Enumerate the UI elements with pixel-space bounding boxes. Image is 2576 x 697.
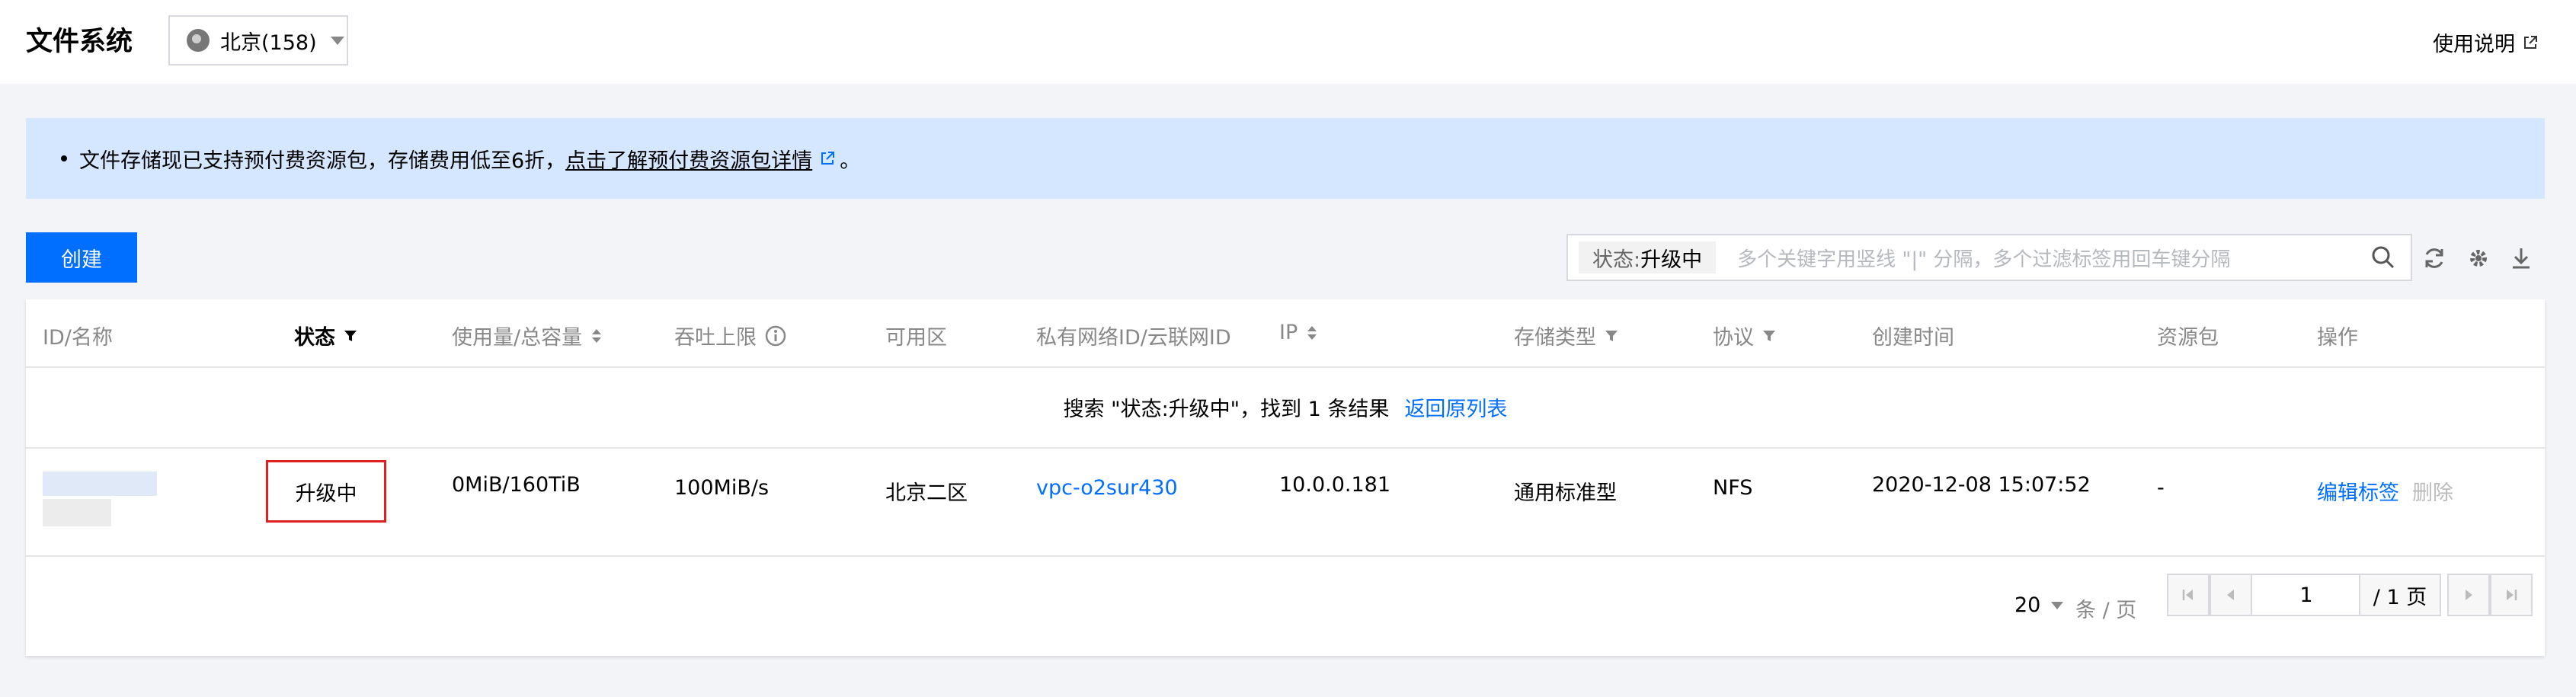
search-icon[interactable] xyxy=(2371,245,2395,270)
filter-tag-key: 状态: xyxy=(1592,248,1641,272)
notice-banner: 文件存储现已支持预付费资源包，存储费用低至6折， 点击了解预付费资源包详情 。 xyxy=(26,118,2545,199)
delete-link[interactable]: 删除 xyxy=(2412,476,2453,506)
vpc-link[interactable]: vpc-o2sur430 xyxy=(1036,476,1178,500)
status-highlight: 升级中 xyxy=(266,460,386,523)
help-link[interactable]: 使用说明 xyxy=(2433,27,2538,57)
column-storage-type[interactable]: 存储类型 xyxy=(1514,321,1619,350)
page-size-value: 20 xyxy=(2014,593,2041,617)
bullet-icon xyxy=(61,155,67,161)
gear-icon[interactable] xyxy=(2466,245,2491,271)
help-label: 使用说明 xyxy=(2433,33,2515,56)
chevron-left-icon xyxy=(2227,590,2234,600)
globe-icon xyxy=(187,29,210,52)
first-page-icon xyxy=(2182,590,2193,600)
storage-type-cell: 通用标准型 xyxy=(1514,481,1617,505)
filter-icon[interactable] xyxy=(1762,328,1777,344)
first-page-button[interactable] xyxy=(2167,574,2210,616)
column-actions: 操作 xyxy=(2317,326,2358,350)
column-vpc: 私有网络ID/云联网ID xyxy=(1036,326,1231,350)
notice-text: 文件存储现已支持预付费资源包，存储费用低至6折， xyxy=(79,149,566,173)
next-page-button[interactable] xyxy=(2447,574,2490,616)
usage-cell: 0MiB/160TiB xyxy=(452,473,581,497)
status-cell: 升级中 xyxy=(295,481,357,506)
page-title: 文件系统 xyxy=(26,27,133,57)
search-result-text: 搜索 "状态:升级中"，找到 1 条结果 xyxy=(1063,397,1390,421)
column-throughput: 吞吐上限 xyxy=(674,321,787,350)
throughput-cell: 100MiB/s xyxy=(674,476,770,500)
filter-tag[interactable]: 状态: 升级中 xyxy=(1579,241,1717,273)
column-protocol[interactable]: 协议 xyxy=(1713,321,1777,350)
page-number-input[interactable]: 1 xyxy=(2251,574,2362,616)
last-page-button[interactable] xyxy=(2490,574,2533,616)
package-cell: - xyxy=(2157,476,2165,500)
external-link-icon[interactable] xyxy=(820,151,835,166)
column-id-name: ID/名称 xyxy=(43,326,113,350)
file-system-table: ID/名称 状态 使用量/总容量 吞吐上限 可用区 私有网络ID/云联网ID I… xyxy=(26,299,2545,656)
table-row: 升级中 0MiB/160TiB 100MiB/s 北京二区 vpc-o2sur4… xyxy=(26,447,2545,557)
zone-cell: 北京二区 xyxy=(885,481,968,505)
search-box[interactable]: 状态: 升级中 多个关键字用竖线 "|" 分隔，多个过滤标签用回车键分隔 xyxy=(1566,234,2412,281)
ip-cell: 10.0.0.181 xyxy=(1279,473,1390,497)
search-result-bar: 搜索 "状态:升级中"，找到 1 条结果 返回原列表 xyxy=(26,366,2545,449)
refresh-icon[interactable] xyxy=(2421,245,2447,271)
top-bar: 文件系统 北京(158) 使用说明 xyxy=(0,0,2576,84)
chevron-down-icon xyxy=(330,36,344,45)
table-header: ID/名称 状态 使用量/总容量 吞吐上限 可用区 私有网络ID/云联网ID I… xyxy=(26,299,2545,368)
page-size-selector[interactable]: 20 xyxy=(2014,593,2064,617)
sort-icon[interactable] xyxy=(590,327,603,345)
filter-tag-value: 升级中 xyxy=(1640,248,1703,272)
create-button[interactable]: 创建 xyxy=(26,232,137,283)
external-link-icon xyxy=(2524,35,2537,49)
pagination: 20 条 / 页 1 / 1 页 xyxy=(26,555,2545,656)
column-status[interactable]: 状态 xyxy=(294,321,358,350)
notice-link[interactable]: 点击了解预付费资源包详情 xyxy=(565,144,812,174)
filter-icon[interactable] xyxy=(343,328,358,344)
redacted-id[interactable] xyxy=(43,472,157,496)
chevron-down-icon xyxy=(2051,601,2064,609)
column-usage[interactable]: 使用量/总容量 xyxy=(452,321,603,350)
chevron-right-icon xyxy=(2466,590,2472,600)
created-cell: 2020-12-08 15:07:52 xyxy=(1872,473,2091,497)
column-package: 资源包 xyxy=(2157,326,2219,350)
total-pages: / 1 页 xyxy=(2359,574,2441,616)
download-icon[interactable] xyxy=(2508,245,2534,271)
page-size-unit: 条 / 页 xyxy=(2075,599,2137,622)
info-icon[interactable] xyxy=(764,325,787,347)
region-label: 北京(158) xyxy=(220,30,317,55)
protocol-cell: NFS xyxy=(1713,476,1753,500)
region-selector[interactable]: 北京(158) xyxy=(168,15,348,66)
back-to-list-link[interactable]: 返回原列表 xyxy=(1404,392,1507,422)
column-zone: 可用区 xyxy=(885,326,947,350)
edit-tag-link[interactable]: 编辑标签 xyxy=(2317,476,2399,506)
last-page-icon xyxy=(2507,590,2517,600)
prev-page-button[interactable] xyxy=(2210,574,2252,616)
search-input[interactable]: 多个关键字用竖线 "|" 分隔，多个过滤标签用回车键分隔 xyxy=(1737,244,2371,272)
filter-icon[interactable] xyxy=(1604,328,1619,344)
redacted-name xyxy=(43,499,111,526)
sort-icon[interactable] xyxy=(1305,324,1319,342)
column-created: 创建时间 xyxy=(1872,326,1954,350)
column-ip[interactable]: IP xyxy=(1279,321,1319,344)
notice-trail: 。 xyxy=(840,149,861,173)
